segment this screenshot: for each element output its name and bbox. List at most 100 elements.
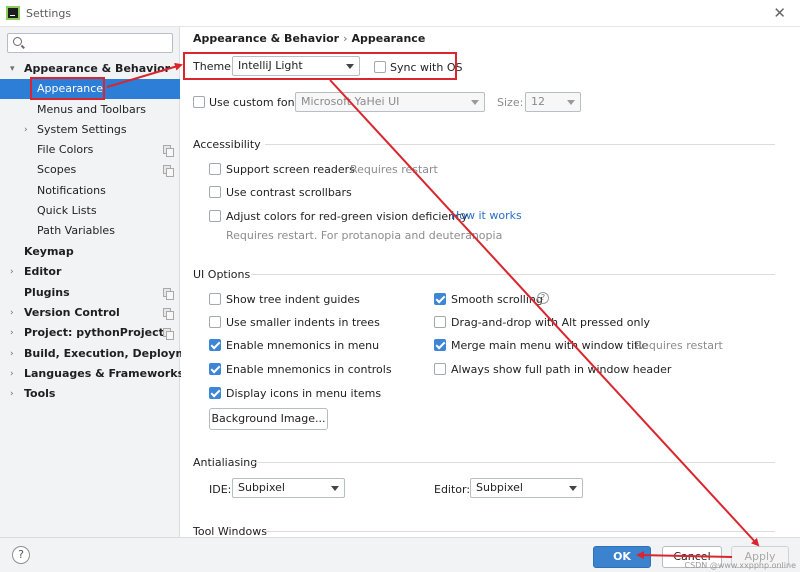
ok-button[interactable]: OK (593, 546, 651, 568)
drag-drop-alt-checkbox[interactable] (434, 316, 446, 328)
sidebar-item-label: Editor (24, 265, 62, 278)
theme-value: IntelliJ Light (238, 59, 303, 72)
how-it-works-link[interactable]: How it works (451, 209, 522, 222)
sidebar-item-project[interactable]: › Project: pythonProject (0, 323, 180, 343)
chevron-down-icon (346, 64, 354, 69)
accessibility-section-title: Accessibility (193, 138, 261, 151)
font-family-dropdown[interactable]: Microsoft YaHei UI (295, 92, 485, 112)
close-icon[interactable]: ✕ (773, 4, 786, 22)
color-deficiency-checkbox[interactable] (209, 210, 221, 222)
font-size-value: 12 (531, 95, 545, 108)
sidebar-item-label: Appearance (37, 82, 104, 95)
smaller-indents-label[interactable]: Use smaller indents in trees (226, 316, 380, 329)
project-level-icon (163, 145, 174, 157)
tree-indent-guides-label[interactable]: Show tree indent guides (226, 293, 360, 306)
full-path-header-label[interactable]: Always show full path in window header (451, 363, 671, 376)
sidebar-item-label: Notifications (37, 184, 106, 197)
ide-antialiasing-dropdown[interactable]: Subpixel (232, 478, 345, 498)
watermark: CSDN @www.xxpphp.online (684, 561, 796, 570)
editor-antialiasing-dropdown[interactable]: Subpixel (470, 478, 583, 498)
mnemonics-menu-checkbox[interactable] (209, 339, 221, 351)
sync-with-os-checkbox[interactable] (374, 61, 386, 73)
mnemonics-controls-checkbox[interactable] (209, 363, 221, 375)
sidebar-item-languages-frameworks[interactable]: › Languages & Frameworks (0, 364, 184, 384)
project-level-icon (163, 288, 174, 300)
chevron-down-icon (567, 100, 575, 105)
sidebar-item-version-control[interactable]: › Version Control (0, 303, 180, 323)
sidebar-item-appearance-behavior[interactable]: ▾ Appearance & Behavior (0, 59, 180, 79)
smooth-scrolling-label[interactable]: Smooth scrolling (451, 293, 543, 306)
help-icon[interactable]: ? (537, 292, 549, 304)
settings-search-field[interactable] (7, 33, 173, 53)
breadcrumb-parent: Appearance & Behavior (193, 32, 340, 45)
sidebar-item-system-settings[interactable]: › System Settings (0, 120, 180, 140)
icons-in-menu-checkbox[interactable] (209, 387, 221, 399)
use-custom-font-checkbox[interactable] (193, 96, 205, 108)
settings-search-input[interactable] (26, 35, 170, 51)
sidebar-item-build-execution-deployment[interactable]: › Build, Execution, Deployment (0, 344, 207, 364)
sidebar-item-label: Appearance & Behavior (24, 62, 171, 75)
contrast-scrollbars-checkbox[interactable] (209, 186, 221, 198)
title-bar: Settings ✕ (0, 0, 800, 27)
sidebar-item-scopes[interactable]: Scopes (0, 160, 180, 180)
sidebar-item-label: Path Variables (37, 224, 115, 237)
font-family-value: Microsoft YaHei UI (301, 95, 400, 108)
smooth-scrolling-checkbox[interactable] (434, 293, 446, 305)
smaller-indents-checkbox[interactable] (209, 316, 221, 328)
dialog-footer: ? OK Cancel Apply CSDN @www.xxpphp.onlin… (0, 537, 800, 572)
chevron-right-icon[interactable]: › (10, 303, 14, 323)
sidebar-item-appearance[interactable]: Appearance (0, 79, 180, 99)
sidebar-item-keymap[interactable]: Keymap (0, 242, 180, 262)
sidebar-item-editor[interactable]: › Editor (0, 262, 180, 282)
sidebar-item-file-colors[interactable]: File Colors (0, 140, 180, 160)
chevron-right-icon[interactable]: › (24, 120, 28, 140)
support-screen-readers-checkbox[interactable] (209, 163, 221, 175)
search-icon (13, 37, 22, 46)
chevron-right-icon[interactable]: › (10, 344, 14, 364)
editor-antialiasing-value: Subpixel (476, 481, 523, 494)
color-deficiency-label[interactable]: Adjust colors for red-green vision defic… (226, 210, 468, 223)
settings-sidebar: ▾ Appearance & Behavior Appearance Menus… (0, 27, 207, 537)
ide-antialiasing-label: IDE: (209, 483, 232, 496)
chevron-right-icon[interactable]: › (10, 364, 14, 384)
background-image-button[interactable]: Background Image... (209, 408, 328, 430)
use-custom-font-label[interactable]: Use custom font: (209, 96, 303, 109)
contrast-scrollbars-label[interactable]: Use contrast scrollbars (226, 186, 352, 199)
sidebar-item-quick-lists[interactable]: Quick Lists (0, 201, 180, 221)
help-icon[interactable]: ? (12, 546, 30, 564)
project-level-icon (163, 165, 174, 177)
editor-antialiasing-label: Editor: (434, 483, 471, 496)
requires-restart-hint: Requires restart (350, 163, 438, 176)
sidebar-item-label: Quick Lists (37, 204, 97, 217)
theme-dropdown[interactable]: IntelliJ Light (232, 56, 360, 76)
merge-main-menu-checkbox[interactable] (434, 339, 446, 351)
icons-in-menu-label[interactable]: Display icons in menu items (226, 387, 381, 400)
mnemonics-controls-label[interactable]: Enable mnemonics in controls (226, 363, 392, 376)
sidebar-item-menus-toolbars[interactable]: Menus and Toolbars (0, 100, 180, 120)
sync-with-os-label[interactable]: Sync with OS (390, 61, 462, 74)
chevron-down-icon[interactable]: ▾ (10, 59, 15, 79)
window-title: Settings (26, 7, 72, 20)
antialiasing-section-title: Antialiasing (193, 456, 258, 469)
sidebar-item-path-variables[interactable]: Path Variables (0, 221, 180, 241)
sidebar-item-label: Languages & Frameworks (24, 367, 185, 380)
sidebar-item-plugins[interactable]: Plugins (0, 283, 180, 303)
tree-indent-guides-checkbox[interactable] (209, 293, 221, 305)
font-size-label: Size: (497, 96, 524, 109)
sidebar-item-notifications[interactable]: Notifications (0, 181, 180, 201)
sidebar-item-tools[interactable]: › Tools (0, 384, 180, 404)
sidebar-item-label: System Settings (37, 123, 127, 136)
chevron-right-icon[interactable]: › (10, 323, 14, 343)
support-screen-readers-label[interactable]: Support screen readers (226, 163, 355, 176)
mnemonics-menu-label[interactable]: Enable mnemonics in menu (226, 339, 379, 352)
chevron-right-icon[interactable]: › (10, 262, 14, 282)
merge-main-menu-label[interactable]: Merge main menu with window title (451, 339, 648, 352)
chevron-right-icon[interactable]: › (10, 384, 14, 404)
sidebar-item-label: Menus and Toolbars (37, 103, 146, 116)
full-path-header-checkbox[interactable] (434, 363, 446, 375)
font-size-dropdown[interactable]: 12 (525, 92, 581, 112)
project-level-icon (163, 308, 174, 320)
sidebar-item-label: Project: pythonProject (24, 326, 164, 339)
drag-drop-alt-label[interactable]: Drag-and-drop with Alt pressed only (451, 316, 650, 329)
breadcrumb-current: Appearance (351, 32, 426, 45)
